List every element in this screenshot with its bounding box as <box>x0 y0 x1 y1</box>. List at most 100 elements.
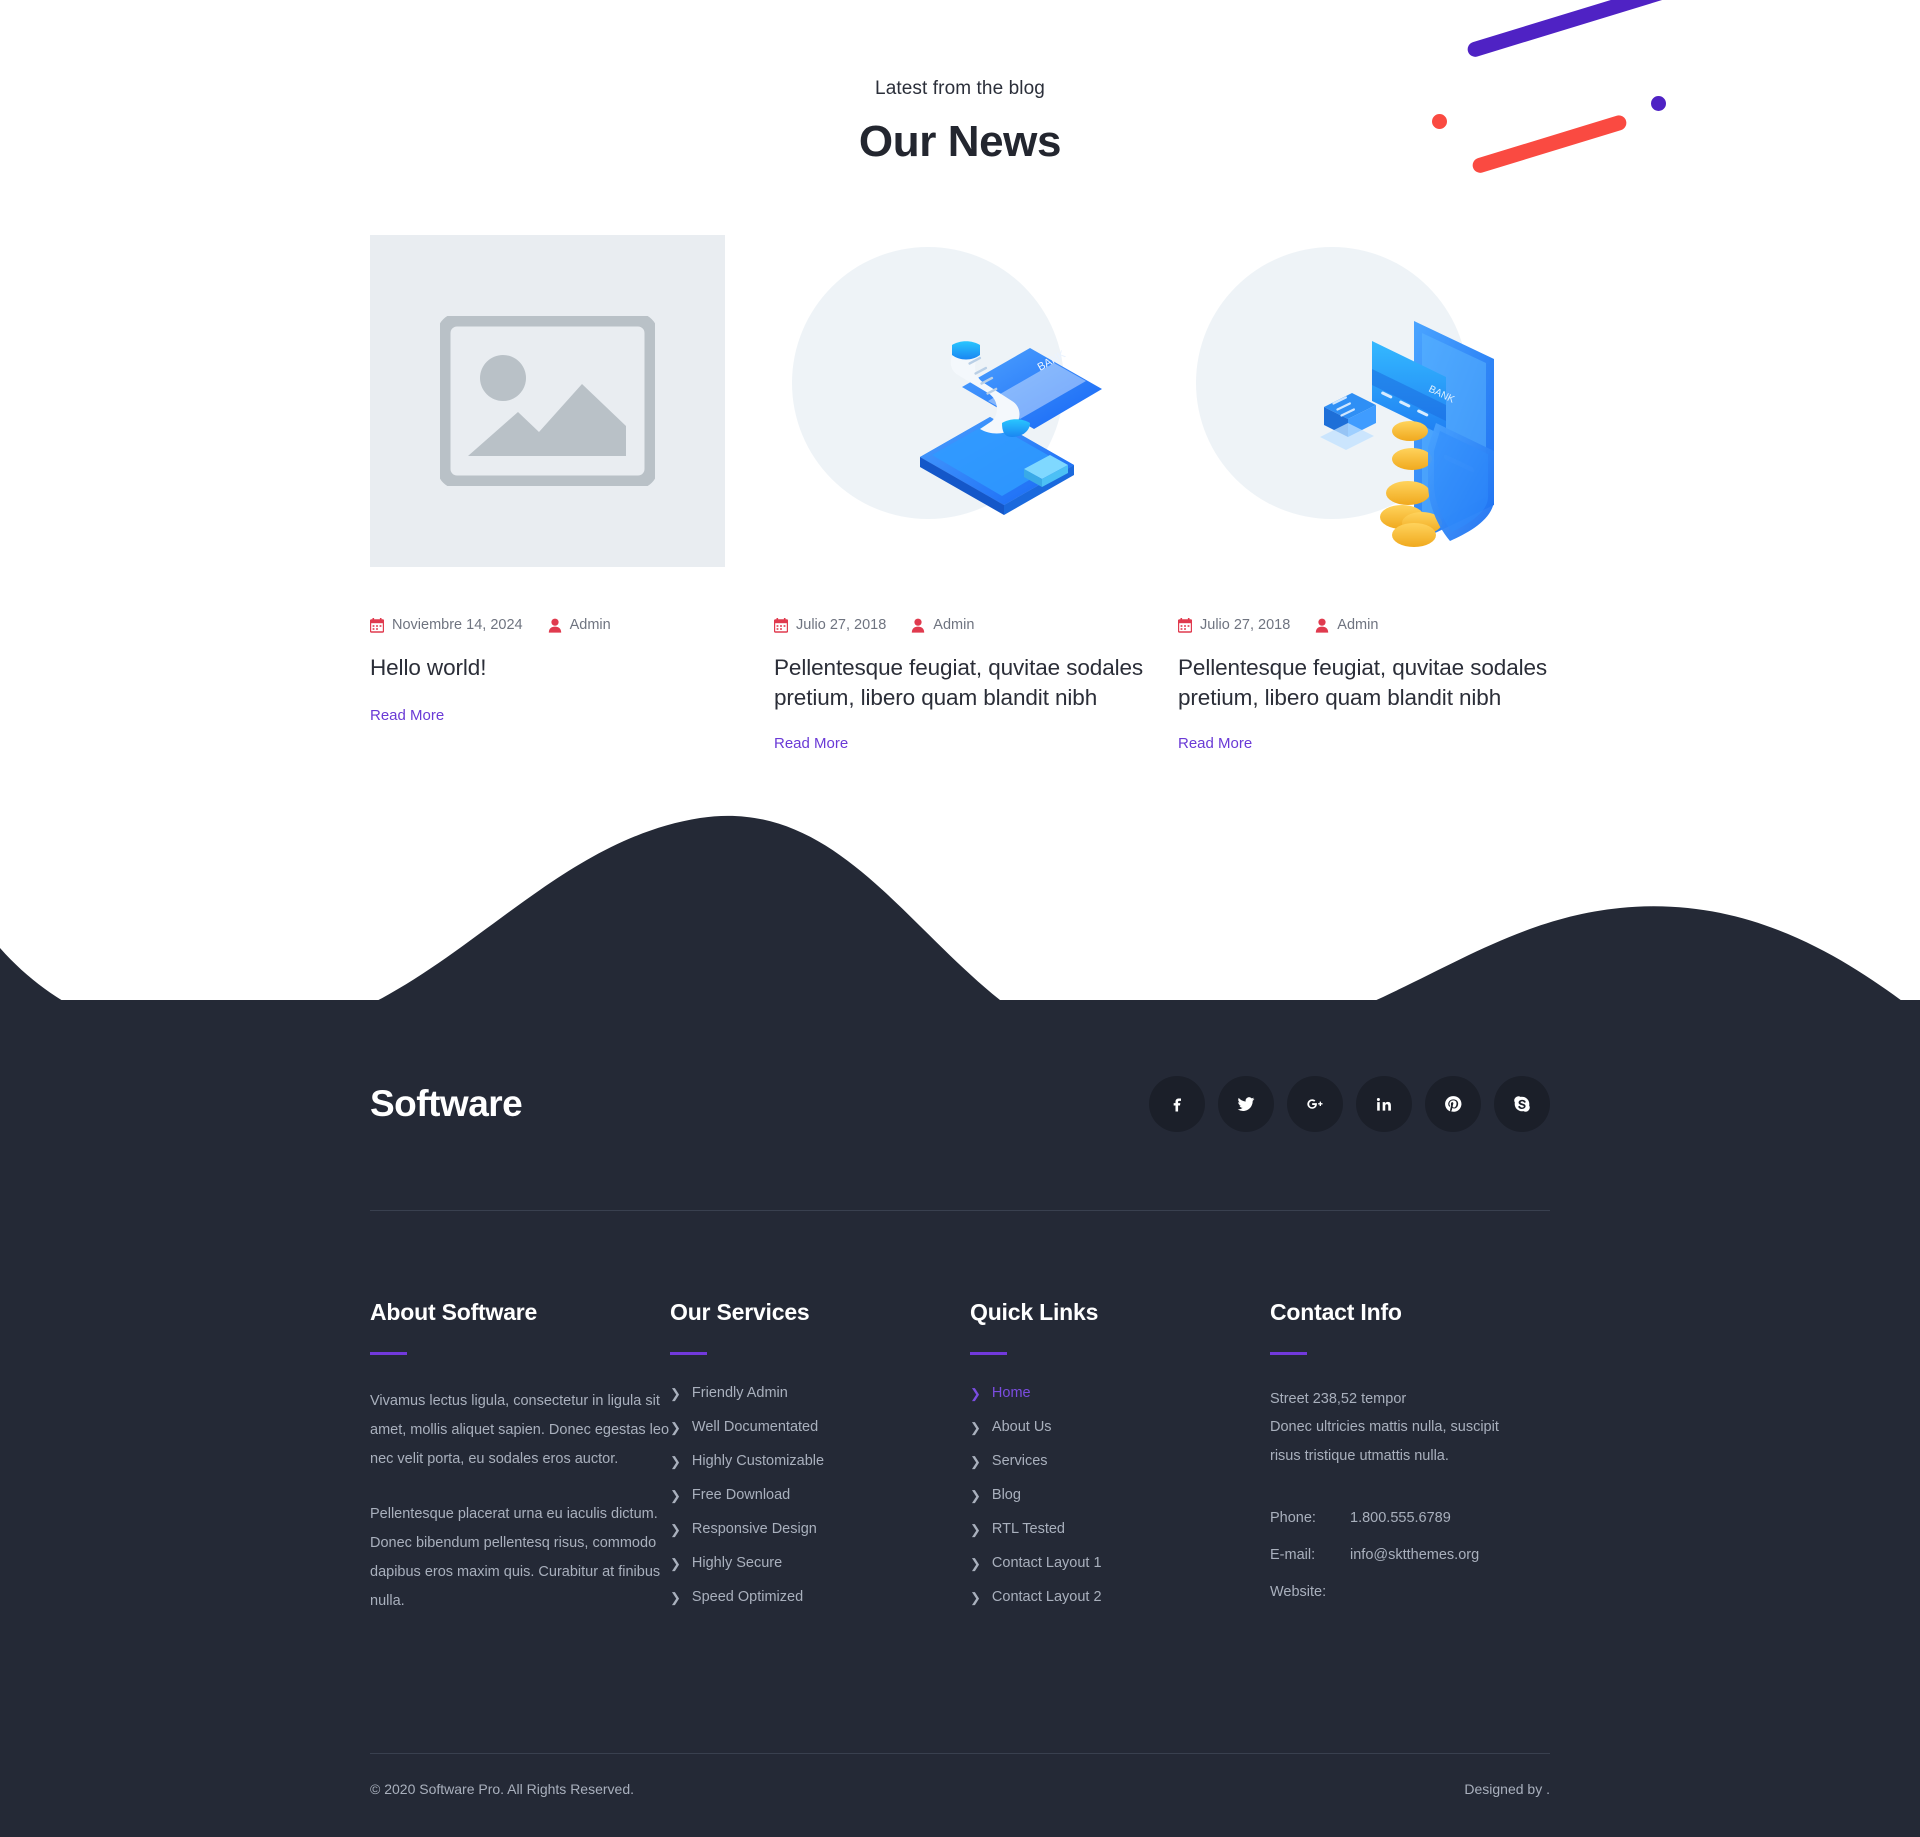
quick-link-rtl-tested[interactable]: ❯ RTL Tested <box>970 1521 1270 1537</box>
heading-underline <box>370 1352 407 1355</box>
footer-column-services: Our Services ❯ Friendly Admin ❯ Well Docum… <box>670 1299 970 1623</box>
google-plus-icon[interactable] <box>1287 1076 1343 1132</box>
list-item: ❯ About Us <box>970 1419 1270 1435</box>
contact-website-row: Website: <box>1270 1584 1550 1600</box>
service-link[interactable]: ❯ Friendly Admin <box>670 1385 970 1401</box>
page-title: Our News <box>858 117 1062 166</box>
post-author-text: Admin <box>933 617 975 633</box>
post-thumbnail[interactable]: BANK <box>774 235 1129 567</box>
contact-phone-row: Phone: 1.800.555.6789 <box>1270 1510 1550 1526</box>
service-label: Highly Secure <box>691 1555 783 1571</box>
service-link[interactable]: ❯ Highly Secure <box>670 1555 970 1571</box>
skype-icon[interactable] <box>1494 1076 1550 1132</box>
post-author: Admin <box>1315 617 1378 633</box>
service-link[interactable]: ❯ Well Documentated <box>670 1419 970 1435</box>
quick-link-label: Blog <box>991 1487 1021 1503</box>
bank-receipt-phone-illustration: BANK <box>919 341 1102 515</box>
quick-links-list: ❯ Home ❯ About Us ❯ Services ❯ Blog ❯ RTL Tes… <box>970 1385 1270 1605</box>
chevron-right-icon: ❯ <box>970 1385 981 1401</box>
contact-email-row: E-mail: info@sktthemes.org <box>1270 1547 1550 1563</box>
post-title[interactable]: Hello world! <box>370 653 742 683</box>
page-root: Latest from the blog Our News Noviembre … <box>0 0 1920 1837</box>
blog-post-card[interactable]: BANK Julio 27, 2018 Admin Pellentesque f… <box>774 235 1146 753</box>
about-paragraph-1: Vivamus lectus ligula, consectetur in li… <box>370 1393 670 1467</box>
post-date-text: Julio 27, 2018 <box>796 617 887 633</box>
footer-column-quick-links: Quick Links ❯ Home ❯ About Us ❯ Services ❯ B… <box>970 1299 1270 1623</box>
list-item: ❯ RTL Tested <box>970 1521 1270 1537</box>
service-link[interactable]: ❯ Free Download <box>670 1487 970 1503</box>
designed-by-text: Designed by . <box>1464 1781 1550 1797</box>
quick-link-contact-layout-2[interactable]: ❯ Contact Layout 2 <box>970 1589 1270 1605</box>
post-author-text: Admin <box>569 617 611 633</box>
blog-post-card[interactable]: Noviembre 14, 2024 Admin Hello world! Re… <box>370 235 742 753</box>
chevron-right-icon: ❯ <box>970 1453 981 1469</box>
service-link[interactable]: ❯ Highly Customizable <box>670 1453 970 1469</box>
about-paragraph-2: Pellentesque placerat urna eu iaculis di… <box>370 1506 661 1609</box>
post-title[interactable]: Pellentesque feugiat, quvitae sodales pr… <box>774 653 1146 713</box>
post-author: Admin <box>911 617 974 633</box>
chevron-right-icon: ❯ <box>970 1521 981 1537</box>
footer-heading-about: About Software <box>370 1299 538 1325</box>
post-author-text: Admin <box>1337 617 1379 633</box>
footer-brand[interactable]: Software <box>370 1083 523 1125</box>
chevron-right-icon: ❯ <box>670 1487 681 1503</box>
contact-address: Street 238,52 tempor Donec ultricies mat… <box>1270 1385 1550 1470</box>
service-link[interactable]: ❯ Speed Optimized <box>670 1589 970 1605</box>
image-placeholder-icon <box>440 316 655 486</box>
chevron-right-icon: ❯ <box>670 1453 681 1469</box>
quick-link-blog[interactable]: ❯ Blog <box>970 1487 1270 1503</box>
website-value[interactable] <box>1350 1584 1550 1600</box>
user-icon <box>1316 618 1329 633</box>
read-more-link[interactable]: Read More <box>370 707 444 724</box>
quick-link-about-us[interactable]: ❯ About Us <box>970 1419 1270 1435</box>
quick-link-home[interactable]: ❯ Home <box>970 1385 1270 1401</box>
list-item: ❯ Home <box>970 1385 1270 1401</box>
post-thumbnail[interactable]: BANK <box>1178 235 1533 567</box>
linkedin-icon[interactable] <box>1356 1076 1412 1132</box>
chevron-right-icon: ❯ <box>670 1521 681 1537</box>
post-title[interactable]: Pellentesque feugiat, quvitae sodales pr… <box>1178 653 1550 713</box>
service-label: Speed Optimized <box>691 1589 804 1605</box>
quick-link-label: Contact Layout 2 <box>991 1589 1102 1605</box>
quick-link-services[interactable]: ❯ Services <box>970 1453 1270 1469</box>
facebook-icon[interactable] <box>1149 1076 1205 1132</box>
user-icon <box>912 618 925 633</box>
post-meta: Julio 27, 2018 Admin <box>1178 617 1550 633</box>
post-thumbnail[interactable] <box>370 235 725 567</box>
list-item: ❯ Well Documentated <box>670 1419 970 1435</box>
footer-column-contact: Contact Info Street 238,52 tempor Donec … <box>1270 1299 1550 1623</box>
service-label: Responsive Design <box>691 1521 817 1537</box>
footer-heading-services: Our Services <box>670 1299 810 1325</box>
email-value[interactable]: info@sktthemes.org <box>1350 1547 1550 1563</box>
heading-underline <box>970 1352 1007 1355</box>
quick-link-contact-layout-1[interactable]: ❯ Contact Layout 1 <box>970 1555 1270 1571</box>
footer-columns: About Software Vivamus lectus ligula, co… <box>370 1211 1550 1623</box>
site-footer: Software About Software Vivamus lectus l… <box>0 1000 1920 1837</box>
quick-link-label: Services <box>991 1453 1048 1469</box>
post-meta: Noviembre 14, 2024 Admin <box>370 617 742 633</box>
footer-column-about: About Software Vivamus lectus ligula, co… <box>370 1299 670 1623</box>
heading-underline <box>1270 1352 1307 1355</box>
website-label: Website: <box>1270 1583 1327 1600</box>
list-item: ❯ Blog <box>970 1487 1270 1503</box>
post-date-text: Julio 27, 2018 <box>1200 617 1291 633</box>
services-list: ❯ Friendly Admin ❯ Well Documentated ❯ High… <box>670 1385 970 1605</box>
address-line-2: Donec ultricies mattis nulla, suscipit <box>1270 1419 1499 1436</box>
contact-details: Phone: 1.800.555.6789 E-mail: info@sktth… <box>1270 1510 1550 1600</box>
footer-top-bar: Software <box>370 1000 1550 1132</box>
social-links <box>1149 1076 1550 1132</box>
list-item: ❯ Highly Customizable <box>670 1453 970 1469</box>
twitter-icon[interactable] <box>1218 1076 1274 1132</box>
read-more-link[interactable]: Read More <box>1178 735 1252 752</box>
service-link[interactable]: ❯ Responsive Design <box>670 1521 970 1537</box>
blog-post-card[interactable]: BANK Julio 27, 2018 Admin Pellentesque f… <box>1178 235 1550 753</box>
quick-link-label: RTL Tested <box>991 1521 1065 1537</box>
phone-value[interactable]: 1.800.555.6789 <box>1350 1510 1550 1526</box>
pinterest-icon[interactable] <box>1425 1076 1481 1132</box>
copyright-text: © 2020 Software Pro. All Rights Reserved… <box>370 1781 634 1797</box>
phone-label: Phone: <box>1270 1509 1316 1526</box>
chevron-right-icon: ❯ <box>970 1555 981 1571</box>
read-more-link[interactable]: Read More <box>774 735 848 752</box>
chevron-right-icon: ❯ <box>670 1589 681 1605</box>
address-line-1: Street 238,52 tempor <box>1270 1391 1407 1407</box>
